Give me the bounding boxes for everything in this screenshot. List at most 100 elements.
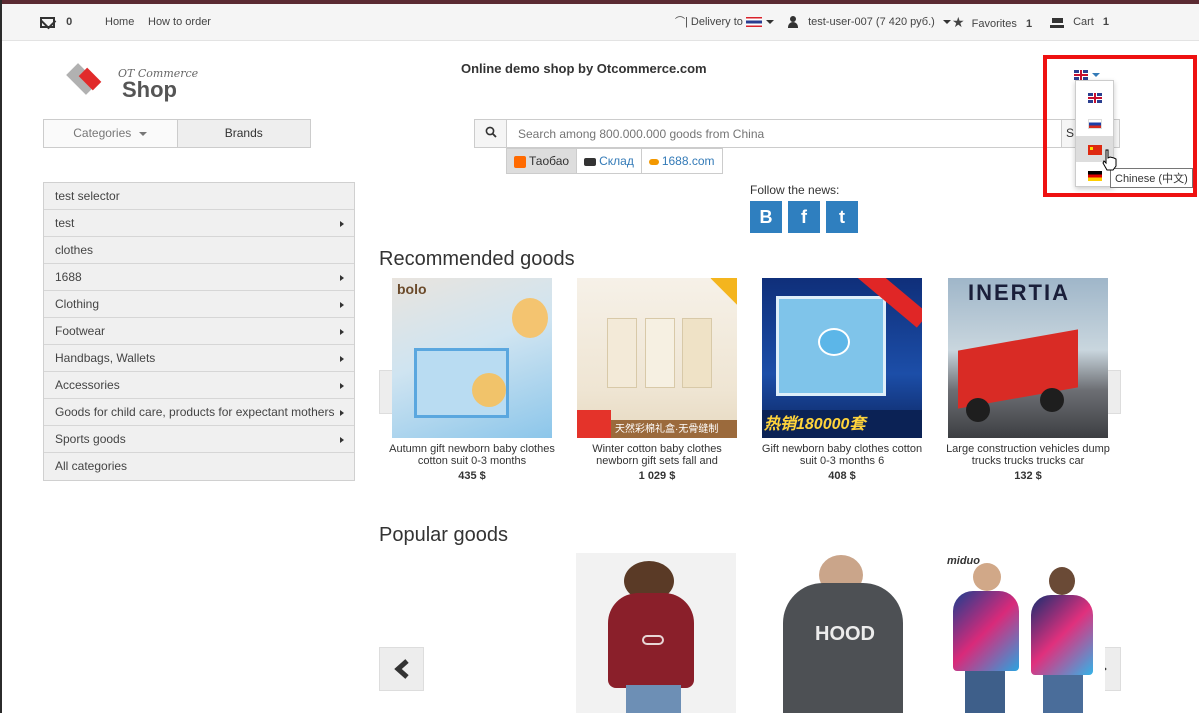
- sidebar-item-test[interactable]: test: [44, 210, 354, 237]
- sidebar-item-label: Goods for child care, products for expec…: [55, 405, 335, 419]
- user-menu[interactable]: test-user-007 (7 420 руб.): [787, 4, 951, 41]
- provider-1688-tab[interactable]: 1688.com: [641, 148, 723, 174]
- favorites-count: 1: [1025, 18, 1033, 30]
- top-bar: 0 Home How to order ⌒| Delivery to test-…: [2, 4, 1199, 41]
- provider-label: 1688.com: [661, 154, 715, 168]
- sidebar-item-footwear[interactable]: Footwear: [44, 318, 354, 345]
- popular-product-image[interactable]: HOOD: [763, 553, 923, 713]
- sidebar-item-child-care[interactable]: Goods for child care, products for expec…: [44, 399, 354, 426]
- chevron-right-icon: [340, 275, 344, 281]
- product-name[interactable]: Large construction vehicles dump trucks …: [944, 443, 1112, 467]
- mail-icon: [40, 16, 55, 28]
- chevron-left-icon: [394, 659, 409, 679]
- product-name[interactable]: Winter cotton baby clothes newborn gift …: [573, 443, 741, 467]
- delivery-icon: ⌒: [675, 17, 685, 28]
- category-tabs: Categories Brands: [43, 119, 311, 148]
- product-image[interactable]: 热销180000套: [762, 278, 922, 438]
- window-left-border: [0, 0, 2, 713]
- cart-link[interactable]: Cart 1: [1050, 4, 1109, 41]
- chevron-right-icon: [340, 410, 344, 416]
- search-input[interactable]: [508, 120, 1061, 147]
- product-card[interactable]: 天然彩棉礼盒·无骨缝制 Winter cotton baby clothes n…: [573, 278, 741, 482]
- user-icon: [787, 16, 799, 29]
- sidebar-item-test-selector[interactable]: test selector: [44, 183, 354, 210]
- chevron-right-icon: [340, 437, 344, 443]
- product-card[interactable]: 热销180000套 Gift newborn baby clothes cott…: [758, 278, 926, 482]
- language-tooltip: Chinese (中文): [1110, 168, 1193, 188]
- 1688-icon: [648, 158, 659, 165]
- site-title: Online demo shop by Otcommerce.com: [461, 61, 707, 76]
- messages-count: 0: [66, 16, 73, 28]
- product-image[interactable]: 天然彩棉礼盒·无骨缝制: [577, 278, 737, 438]
- sidebar-item-label: test: [55, 216, 75, 230]
- messages-link[interactable]: 0: [40, 4, 72, 41]
- search-bar: S: [474, 119, 1120, 148]
- facebook-icon[interactable]: f: [788, 201, 820, 233]
- thailand-flag-icon: [745, 17, 762, 28]
- sidebar-item-label: Sports goods: [55, 432, 126, 446]
- product-image-logo: bolo: [397, 281, 427, 297]
- favorites-label: Favorites: [971, 18, 1017, 30]
- product-price: 1 029 $: [638, 470, 676, 482]
- provider-taobao-tab[interactable]: Таобао: [506, 148, 578, 174]
- delivery-selector[interactable]: ⌒| Delivery to: [675, 4, 774, 41]
- brands-tab[interactable]: Brands: [176, 120, 310, 147]
- sidebar-item-clothing[interactable]: Clothing: [44, 291, 354, 318]
- sidebar-item-label: Handbags, Wallets: [55, 351, 156, 365]
- product-card[interactable]: bolo Autumn gift newborn baby clothes co…: [388, 278, 556, 482]
- recommended-title: Recommended goods: [379, 248, 575, 270]
- popular-product-image[interactable]: [576, 553, 736, 713]
- product-price: 132 $: [1014, 470, 1042, 482]
- sidebar-item-accessories[interactable]: Accessories: [44, 372, 354, 399]
- categories-label: Categories: [73, 126, 132, 140]
- product-price: 435 $: [458, 470, 486, 482]
- popular-title: Popular goods: [379, 524, 508, 546]
- sidebar-item-handbags[interactable]: Handbags, Wallets: [44, 345, 354, 372]
- sidebar-item-label: Footwear: [55, 324, 106, 338]
- taobao-icon: [514, 155, 526, 168]
- sidebar-item-label: All categories: [55, 459, 128, 473]
- product-image-caption: 热销180000套: [764, 416, 866, 433]
- sidebar-item-all-categories[interactable]: All categories: [44, 453, 354, 480]
- product-price: 408 $: [828, 470, 856, 482]
- product-card[interactable]: INERTIA Large construction vehicles dump…: [944, 278, 1112, 482]
- home-link[interactable]: Home: [105, 4, 134, 41]
- categories-tab[interactable]: Categories: [44, 120, 177, 147]
- popular-image-text: miduo: [947, 555, 980, 567]
- sidebar-item-1688[interactable]: 1688: [44, 264, 354, 291]
- popular-product-image[interactable]: miduo: [945, 553, 1105, 713]
- delivery-label: | Delivery to: [685, 16, 743, 28]
- product-name[interactable]: Autumn gift newborn baby clothes cotton …: [388, 443, 556, 467]
- sidebar-item-label: 1688: [55, 270, 82, 284]
- chevron-right-icon: [340, 302, 344, 308]
- product-image[interactable]: INERTIA: [948, 278, 1108, 438]
- sidebar-item-label: clothes: [55, 243, 94, 257]
- how-to-order-link[interactable]: How to order: [148, 4, 211, 41]
- product-name[interactable]: Gift newborn baby clothes cotton suit 0-…: [758, 443, 926, 467]
- site-logo[interactable]: OT Commerce Shop: [60, 59, 200, 104]
- provider-warehouse-tab[interactable]: Склад: [577, 148, 642, 174]
- provider-label: Таобао: [529, 154, 570, 168]
- cart-count: 1: [1102, 16, 1110, 28]
- cart-label: Cart: [1073, 16, 1094, 28]
- favorites-link[interactable]: ★ Favorites 1: [952, 4, 1032, 41]
- product-image-caption: 天然彩棉礼盒·无骨缝制: [615, 424, 719, 435]
- vk-icon[interactable]: B: [750, 201, 782, 233]
- twitter-icon[interactable]: t: [826, 201, 858, 233]
- popular-prev-button[interactable]: [379, 647, 424, 691]
- search-icon-button[interactable]: [475, 120, 507, 147]
- chevron-right-icon: [340, 356, 344, 362]
- product-image[interactable]: bolo: [392, 278, 552, 438]
- sidebar-item-label: Clothing: [55, 297, 100, 311]
- chevron-down-icon: [765, 20, 774, 25]
- chevron-down-icon: [139, 131, 148, 136]
- logo-big-text: Shop: [122, 77, 177, 102]
- chevron-down-icon: [942, 20, 951, 25]
- cart-icon: [1050, 17, 1064, 28]
- sidebar-item-label: test selector: [55, 189, 120, 203]
- hand-cursor-icon: [1102, 149, 1117, 171]
- warehouse-cart-icon: [584, 157, 597, 166]
- sidebar-item-sports[interactable]: Sports goods: [44, 426, 354, 453]
- chevron-right-icon: [340, 221, 344, 227]
- sidebar-item-clothes[interactable]: clothes: [44, 237, 354, 264]
